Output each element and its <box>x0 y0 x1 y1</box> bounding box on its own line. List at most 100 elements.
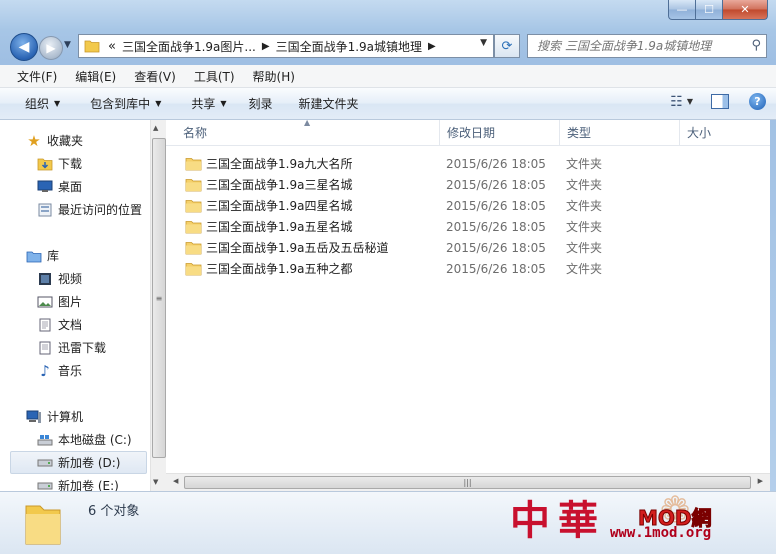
scrollbar-thumb[interactable]: ≡ <box>152 138 166 458</box>
column-header-modified[interactable]: 修改日期 <box>440 120 560 145</box>
share-button[interactable]: 共享 ▼ <box>182 95 235 112</box>
sidebar-item-thunder-downloads[interactable]: 迅雷下载 <box>37 337 150 358</box>
menu-view[interactable]: 查看(V) <box>128 68 182 85</box>
file-type: 文件夹 <box>566 178 603 192</box>
command-bar: 组织 ▼ 包含到库中 ▼ 共享 ▼ 刻录 新建文件夹 ☷ ▼ ? <box>0 88 776 120</box>
menu-help[interactable]: 帮助(H) <box>247 68 301 85</box>
share-label: 共享 <box>191 97 216 111</box>
scroll-right-arrow-icon[interactable]: ▶ <box>758 477 763 485</box>
folder-large-icon <box>25 505 61 545</box>
sidebar-item-local-disk-c[interactable]: 本地磁盘 (C:) <box>37 429 150 450</box>
sidebar-item-label: 音乐 <box>58 364 83 378</box>
folder-icon <box>185 263 202 276</box>
chevron-down-icon: ▼ <box>155 99 162 108</box>
sidebar-item-libraries[interactable]: 库 <box>26 245 150 266</box>
file-modified-date: 2015/6/26 18:05 <box>446 177 546 192</box>
sidebar-item-label: 下载 <box>58 157 83 171</box>
address-bar[interactable]: « 三国全面战争1.9a图片... ▶ 三国全面战争1.9a城镇地理 ▶ ▼ <box>78 34 494 58</box>
preview-pane-icon[interactable] <box>711 94 729 109</box>
scroll-up-arrow-icon[interactable]: ▲ <box>153 124 158 132</box>
sidebar-item-music[interactable]: ♪ 音乐 <box>37 360 150 381</box>
search-icon[interactable]: ⚲ <box>751 38 761 53</box>
file-row[interactable]: 三国全面战争1.9a五种之都 2015/6/26 18:05 文件夹 <box>181 258 621 279</box>
sidebar-item-label: 库 <box>47 249 60 263</box>
include-in-library-button[interactable]: 包含到库中 ▼ <box>81 95 170 112</box>
scroll-left-arrow-icon[interactable]: ◀ <box>173 477 178 485</box>
file-modified-date: 2015/6/26 18:05 <box>446 261 546 276</box>
chevron-down-icon: ▼ <box>54 99 61 108</box>
view-options-icon[interactable]: ☷ <box>670 94 683 110</box>
breadcrumb-item-current[interactable]: 三国全面战争1.9a城镇地理 <box>276 38 422 55</box>
menu-file[interactable]: 文件(F) <box>11 68 63 85</box>
file-row[interactable]: 三国全面战争1.9a五岳及五岳秘道 2015/6/26 18:05 文件夹 <box>181 237 621 258</box>
folder-icon <box>185 200 202 213</box>
view-options-dropdown[interactable]: ▼ <box>687 97 693 106</box>
breadcrumb-overflow[interactable]: « <box>108 39 116 54</box>
recent-places-icon <box>37 203 53 217</box>
address-history-dropdown[interactable]: ▼ <box>480 38 487 48</box>
maximize-button[interactable]: ☐ <box>696 0 723 20</box>
folder-icon <box>185 242 202 255</box>
drive-icon <box>37 456 53 470</box>
title-bar[interactable]: — ☐ ✕ <box>0 0 776 30</box>
sidebar-item-downloads[interactable]: 下载 <box>37 153 150 174</box>
column-header-name[interactable]: 名称 <box>176 120 440 145</box>
search-input[interactable] <box>535 38 749 54</box>
file-type: 文件夹 <box>566 157 603 171</box>
help-icon[interactable]: ? <box>749 93 766 110</box>
back-button[interactable]: ◀ <box>10 33 38 61</box>
scroll-down-arrow-icon[interactable]: ▼ <box>153 478 158 486</box>
file-type: 文件夹 <box>566 262 603 276</box>
thunder-downloads-icon <box>37 341 53 355</box>
chevron-right-icon[interactable]: ▶ <box>262 41 270 52</box>
sidebar-item-documents[interactable]: 文档 <box>37 314 150 335</box>
sidebar-item-videos[interactable]: 视频 <box>37 268 150 289</box>
forward-button[interactable]: ▶ <box>39 36 63 60</box>
forward-arrow-icon: ▶ <box>46 41 56 55</box>
new-folder-button[interactable]: 新建文件夹 <box>290 95 368 112</box>
navigation-row: ◀ ▶ ▼ « 三国全面战争1.9a图片... ▶ 三国全面战争1.9a城镇地理… <box>0 30 776 62</box>
menu-tools[interactable]: 工具(T) <box>188 68 241 85</box>
close-button[interactable]: ✕ <box>723 0 768 20</box>
sidebar-item-desktop[interactable]: 桌面 <box>37 176 150 197</box>
sidebar-item-favorites[interactable]: ★ 收藏夹 <box>26 130 150 151</box>
navigation-pane: ★ 收藏夹 下载 桌面 最近访问的位置 库 视频 图片 文档 迅雷下载 ♪ 音乐 <box>0 120 150 491</box>
sidebar-item-label: 迅雷下载 <box>58 341 107 355</box>
sidebar-item-pictures[interactable]: 图片 <box>37 291 150 312</box>
recent-pages-dropdown[interactable]: ▼ <box>64 40 71 50</box>
file-row[interactable]: 三国全面战争1.9a三星名城 2015/6/26 18:05 文件夹 <box>181 174 621 195</box>
music-icon: ♪ <box>40 361 50 380</box>
minimize-button[interactable]: — <box>668 0 696 20</box>
watermark-chars: 中華 <box>510 497 606 544</box>
item-count: 6 个对象 <box>88 504 140 519</box>
column-header-size[interactable]: 大小 <box>680 120 760 145</box>
file-type: 文件夹 <box>566 241 603 255</box>
search-box[interactable]: ⚲ <box>527 34 767 58</box>
sidebar-item-recent-places[interactable]: 最近访问的位置 <box>37 199 150 220</box>
breadcrumb-item-parent[interactable]: 三国全面战争1.9a图片... <box>122 38 256 55</box>
chevron-down-icon: ▼ <box>220 99 227 108</box>
file-name: 三国全面战争1.9a五星名城 <box>206 220 353 234</box>
include-in-library-label: 包含到库中 <box>90 97 151 111</box>
column-header-type[interactable]: 类型 <box>560 120 680 145</box>
burn-button[interactable]: 刻录 <box>240 95 282 112</box>
file-row[interactable]: 三国全面战争1.9a四星名城 2015/6/26 18:05 文件夹 <box>181 195 621 216</box>
watermark-logo: 中華 ❁ MOD網 www.1mod.org <box>510 488 770 548</box>
explorer-window: — ☐ ✕ ◀ ▶ ▼ « 三国全面战争1.9a图片... ▶ 三国全面战争1.… <box>0 0 776 554</box>
file-row[interactable]: 三国全面战争1.9a五星名城 2015/6/26 18:05 文件夹 <box>181 216 621 237</box>
computer-icon <box>26 410 42 424</box>
sidebar-item-volume-d[interactable]: 新加卷 (D:) <box>10 451 147 474</box>
column-header-row: ▲ 名称 修改日期 类型 大小 <box>166 118 770 146</box>
sidebar-item-computer[interactable]: 计算机 <box>26 406 150 427</box>
menu-edit[interactable]: 编辑(E) <box>69 68 122 85</box>
sidebar-item-label: 最近访问的位置 <box>58 203 143 217</box>
sidebar-item-label: 文档 <box>58 318 83 332</box>
refresh-button[interactable]: ⟳ <box>494 34 520 58</box>
sidebar-item-volume-e[interactable]: 新加卷 (E:) <box>37 475 150 491</box>
file-row[interactable]: 三国全面战争1.9a九大名所 2015/6/26 18:05 文件夹 <box>181 153 621 174</box>
pictures-icon <box>37 295 53 309</box>
chevron-right-icon[interactable]: ▶ <box>428 41 436 52</box>
navigation-pane-scrollbar[interactable]: ▲ ≡ ▼ <box>150 120 166 491</box>
file-type: 文件夹 <box>566 199 603 213</box>
organize-button[interactable]: 组织 ▼ <box>16 95 69 112</box>
